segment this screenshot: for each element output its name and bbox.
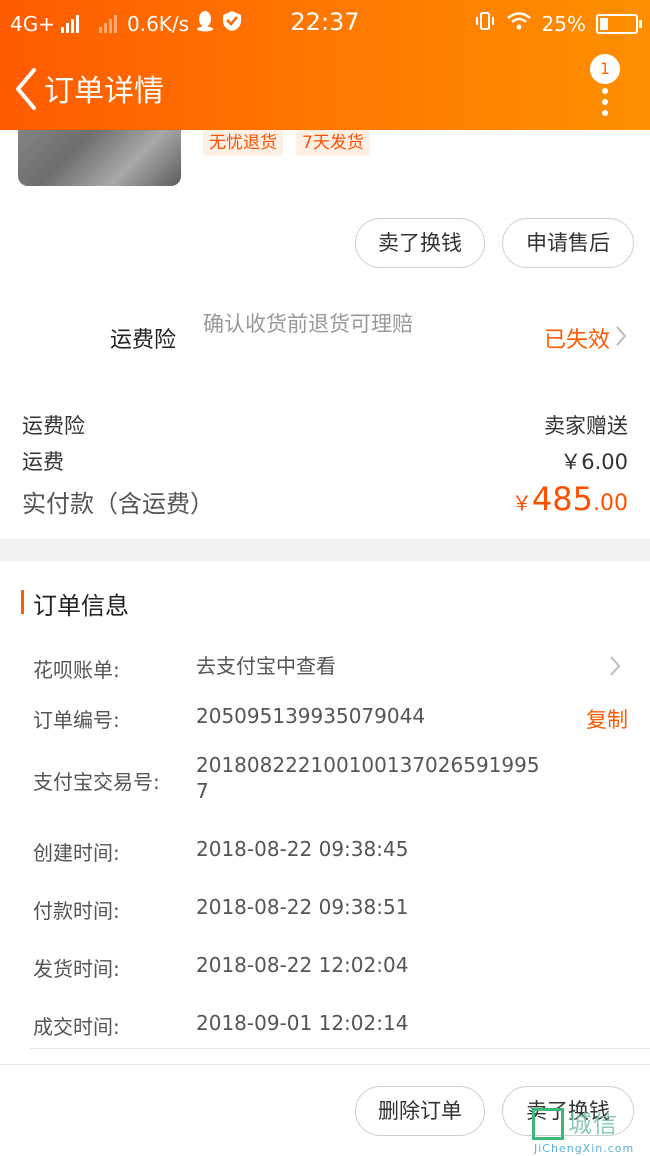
fee-value: 卖家赠送 (544, 414, 628, 438)
currency-symbol: ￥ (511, 491, 532, 515)
sell-for-cash-button[interactable]: 卖了换钱 (355, 218, 485, 268)
tag-no-worry-return: 无忧退货 (203, 130, 283, 156)
tag-7day-ship: 7天发货 (296, 130, 370, 156)
request-aftersale-button[interactable]: 申请售后 (502, 218, 634, 268)
vibrate-icon (474, 10, 496, 37)
fee-label: 运费险 (22, 414, 85, 438)
divider (30, 1048, 650, 1049)
info-label: 创建时间: (33, 841, 120, 865)
insurance-description: 确认收货前退货可理赔 (203, 312, 413, 336)
copy-button[interactable]: 复制 (586, 704, 628, 734)
section-accent-bar (21, 590, 24, 614)
battery-percent: 25% (541, 11, 586, 36)
info-label: 支付宝交易号: (33, 770, 160, 794)
info-label: 成交时间: (33, 1015, 120, 1039)
info-label: 发货时间: (33, 957, 120, 981)
battery-icon (596, 13, 642, 34)
back-chevron-icon[interactable] (10, 64, 44, 114)
nav-bar: 订单详情 1 (0, 50, 650, 130)
info-value: 2018-08-22 12:02:04 (196, 953, 409, 977)
more-menu-button[interactable]: 1 (590, 54, 620, 116)
total-label: 实付款（含运费） (22, 490, 214, 518)
section-divider (0, 539, 650, 561)
fee-label: 运费 (22, 450, 64, 474)
watermark-logo: 城信 JiChengXin.com (532, 1104, 650, 1155)
info-value: 去支付宝中查看 (196, 654, 336, 678)
info-label: 订单编号: (33, 708, 120, 732)
fee-value: ￥6.00 (560, 450, 628, 474)
info-value: 205095139935079044 (196, 704, 426, 728)
watermark-subtext: JiChengXin.com (534, 1142, 635, 1155)
page-title: 订单详情 (44, 74, 164, 109)
info-label: 付款时间: (33, 899, 120, 923)
info-value: 2018-08-22 09:38:51 (196, 895, 409, 919)
more-dots-icon (602, 88, 608, 121)
header-bar: 4G+ 0.6K/s 22:37 25% 订单详情 1 (0, 0, 650, 130)
total-integer: 485 (531, 480, 593, 518)
total-amount: ￥485.00 (512, 480, 628, 518)
watermark-icon (532, 1108, 564, 1140)
status-bar: 4G+ 0.6K/s 22:37 25% (0, 0, 650, 44)
delete-order-button[interactable]: 删除订单 (355, 1086, 485, 1136)
chevron-right-icon (610, 656, 621, 676)
insurance-label: 运费险 (110, 328, 177, 353)
wifi-icon (506, 11, 532, 36)
info-value: 2018-08-22 09:38:45 (196, 837, 409, 861)
section-title: 订单信息 (33, 592, 129, 620)
info-value: 2018082221001001370265919957 (196, 753, 540, 803)
info-value: 2018-09-01 12:02:14 (196, 1011, 409, 1035)
total-decimal: .00 (593, 491, 628, 516)
notification-badge: 1 (590, 54, 620, 84)
watermark-text: 城信 (568, 1110, 618, 1138)
fee-row-insurance: 运费险 卖家赠送 (22, 410, 628, 440)
chevron-right-icon (616, 326, 627, 346)
fee-row-shipping: 运费 ￥6.00 (22, 446, 628, 476)
info-label: 花呗账单: (33, 658, 120, 682)
insurance-status: 已失效 (543, 328, 610, 353)
